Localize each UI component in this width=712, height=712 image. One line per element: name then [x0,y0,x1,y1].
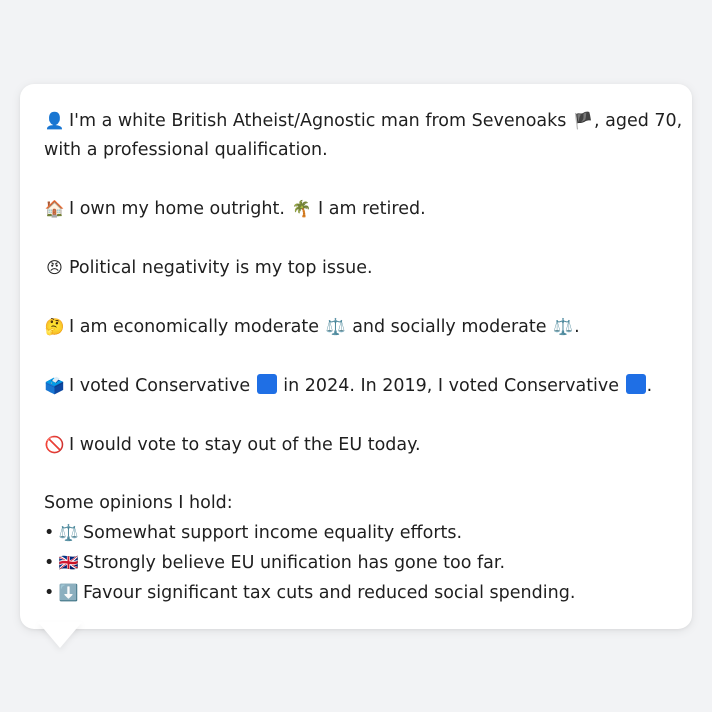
eu-paragraph: 🚫 I would vote to stay out of the EU toda… [44,430,668,460]
list-item: • 🇬🇧 Strongly believe EU unification has g… [44,548,668,578]
conservative-square-icon [256,374,277,394]
social-text: and socially moderate [352,317,547,337]
eu-line: 🚫 I would vote to stay out of the EU toda… [44,430,668,460]
scales-icon: ⚖️ [553,317,574,336]
issue-line: 😠 Political negativity is my top issue. [44,253,668,283]
bullet: • [44,583,55,603]
vote-paragraph: 🗳️ I voted Conservative in 2024. In 2019,… [44,371,668,401]
vote-2024-text: I voted Conservative [69,376,251,396]
speech-bubble-tail [38,622,82,648]
opinions-section: Some opinions I hold: • ⚖️ Somewhat suppor… [44,489,668,608]
vote-line: 🗳️ I voted Conservative in 2024. In 2019,… [44,371,668,401]
identity-text: I'm a white British Atheist/Agnostic man… [69,111,567,131]
home-line: 🏠 I own my home outright. 🌴 I am retired. [44,194,668,224]
economic-text: I am economically moderate [69,317,320,337]
scales-icon: ⚖️ [58,523,79,542]
uk-flag-icon: 🇬🇧 [58,553,79,572]
vote-2019-text: in 2024. In 2019, I voted Conservative [283,376,620,396]
opinions-heading: Some opinions I hold: [44,493,233,513]
ideology-line: 🤔 I am economically moderate ⚖️ and socia… [44,312,668,342]
retired-text: I am retired. [318,199,426,219]
issue-paragraph: 😠 Political negativity is my top issue. [44,253,668,283]
house-icon: 🏠 [44,199,65,218]
bullet: • [44,553,55,573]
ideology-paragraph: 🤔 I am economically moderate ⚖️ and socia… [44,312,668,342]
eu-text: I would vote to stay out of the EU today… [69,435,421,455]
identity-line-1: 👤 I'm a white British Atheist/Agnostic ma… [44,106,683,136]
person-icon: 👤 [44,111,65,130]
opinion-text: Somewhat support income equality efforts… [83,523,463,543]
period-text: . [646,376,653,396]
prohibited-icon: 🚫 [44,435,65,454]
home-text: I own my home outright. [69,199,285,219]
thinking-face-icon: 🤔 [44,317,65,336]
list-item: • ⬇️ Favour significant tax cuts and reduc… [44,578,668,608]
profile-card: 👤 I'm a white British Atheist/Agnostic ma… [20,84,692,629]
bullet: • [44,523,55,543]
issue-text: Political negativity is my top issue. [69,258,373,278]
england-flag-icon: 🏴 [573,111,593,130]
identity-paragraph: 👤 I'm a white British Atheist/Agnostic ma… [44,106,683,165]
period-text: . [574,317,580,337]
opinion-text: Favour significant tax cuts and reduced … [83,583,576,603]
angry-face-icon: 😠 [46,258,63,277]
home-paragraph: 🏠 I own my home outright. 🌴 I am retired. [44,194,668,224]
down-arrow-icon: ⬇️ [58,583,79,602]
conservative-square-icon [625,374,646,394]
identity-line-2: with a professional qualification. [44,140,328,160]
scales-icon: ⚖️ [325,317,346,336]
ballot-box-icon: 🗳️ [44,376,65,395]
list-item: • ⚖️ Somewhat support income equality effo… [44,518,668,548]
age-text: , aged 70, [593,111,683,131]
palm-tree-icon: 🌴 [291,199,312,218]
opinion-text: Strongly believe EU unification has gone… [83,553,506,573]
